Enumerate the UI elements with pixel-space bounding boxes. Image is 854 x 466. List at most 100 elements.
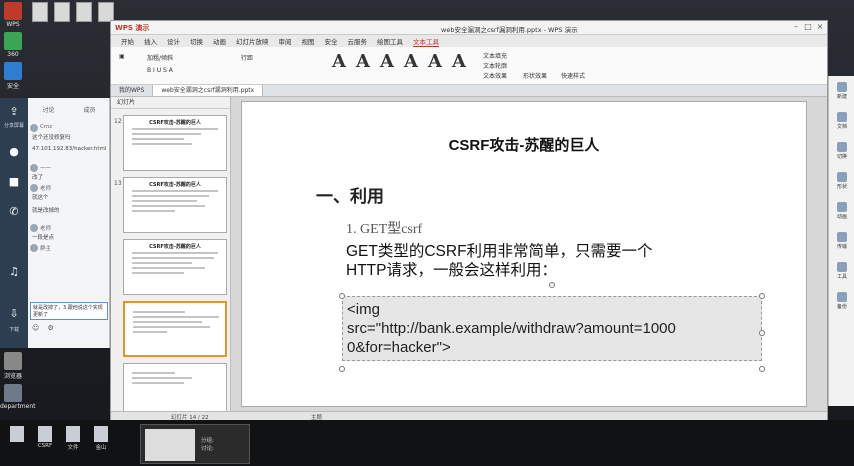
task-animation[interactable]: 动画 — [829, 202, 854, 220]
app-name[interactable]: WPS 演示 — [115, 23, 149, 33]
mic-button[interactable]: ● — [4, 142, 24, 162]
minimize-icon[interactable]: – — [791, 22, 801, 32]
text-effect-button[interactable]: 文本效果 — [483, 71, 507, 80]
text-style-2[interactable]: A — [355, 51, 371, 75]
desktop-file-icon[interactable] — [32, 2, 48, 22]
taskbar-app[interactable]: CSRF — [34, 426, 56, 449]
share-icon: ⇪ — [9, 105, 19, 118]
taskbar-app[interactable]: 金山 — [90, 426, 112, 451]
avatar — [30, 224, 38, 232]
text-style-1[interactable]: A — [331, 51, 347, 75]
close-icon[interactable]: × — [815, 22, 825, 32]
quick-style-button[interactable]: 快速样式 — [561, 71, 585, 80]
slide-code-textbox[interactable]: <img src="http://bank.example/withdraw?a… — [342, 296, 762, 361]
slide-thumbnail[interactable]: 12 CSRF攻击-苏醒的巨人 — [114, 115, 227, 171]
menu-security[interactable]: 安全 — [325, 36, 338, 46]
taskbar-app[interactable]: 文件 — [62, 426, 84, 451]
resize-handle[interactable] — [339, 366, 345, 372]
chat-message: 就是改掉的 — [32, 208, 60, 214]
animation-icon — [837, 202, 847, 212]
menu-home[interactable]: 开始 — [121, 36, 134, 46]
task-tools[interactable]: 工具 — [829, 262, 854, 280]
text-style-4[interactable]: A — [403, 51, 419, 75]
desktop-icon-department[interactable]: department — [0, 384, 36, 412]
task-switch[interactable]: 切换 — [829, 142, 854, 160]
menu-review[interactable]: 审阅 — [279, 36, 292, 46]
task-backup[interactable]: 备份 — [829, 292, 854, 310]
menu-insert[interactable]: 插入 — [144, 36, 157, 46]
slide-thumbnail-selected[interactable] — [123, 301, 227, 357]
desktop-file-icon[interactable] — [98, 2, 114, 22]
slide-thumbnail[interactable]: 13 CSRF攻击-苏醒的巨人 — [114, 177, 227, 233]
tab-my-wps[interactable]: 我的WPS — [111, 85, 154, 96]
download-button[interactable]: ⇩ — [4, 304, 24, 324]
desktop-icon-wps[interactable]: WPS — [0, 2, 26, 30]
resize-handle[interactable] — [759, 293, 765, 299]
slide-canvas: CSRF攻击-苏醒的巨人 一、利用 1. GET型csrf GET类型的CSRF… — [231, 97, 827, 411]
slide-body-text[interactable]: GET类型的CSRF利用非常简单，只需要一个 HTTP请求，一般会这样利用： — [346, 242, 746, 280]
current-slide[interactable]: CSRF攻击-苏醒的巨人 一、利用 1. GET型csrf GET类型的CSRF… — [241, 101, 807, 407]
tab-discussion[interactable]: 讨论 — [28, 104, 69, 118]
chat-input[interactable]: 就是改掉了，3.跟他说这个实现更新了 — [30, 302, 108, 320]
menu-design[interactable]: 设计 — [167, 36, 180, 46]
slide-subheading[interactable]: 1. GET型csrf — [346, 218, 422, 238]
desktop-icon-security[interactable]: 安全 — [0, 62, 26, 90]
menu-animation[interactable]: 动画 — [213, 36, 226, 46]
camera-button[interactable]: ■ — [4, 172, 24, 192]
text-fill-button[interactable]: 文本填充 — [483, 51, 507, 60]
backup-icon — [837, 292, 847, 302]
tab-members[interactable]: 成员 — [69, 104, 110, 118]
bold-italic-row[interactable]: B I U S A — [147, 67, 173, 74]
paste-button[interactable]: ▣ — [119, 53, 125, 60]
desktop-file-icon[interactable] — [54, 2, 70, 22]
menu-cloud[interactable]: 云服务 — [348, 36, 368, 46]
call-tabs: 讨论 成员 — [28, 104, 110, 118]
text-style-5[interactable]: A — [427, 51, 443, 75]
menu-drawing-tools[interactable]: 绘图工具 — [377, 36, 403, 46]
chat-message: 群主 — [30, 242, 108, 262]
chat-list: Cmz 这个还没修复吗 47.101.192.83/hacker.html 一一改… — [30, 122, 108, 322]
shape-effect-button[interactable]: 形状效果 — [523, 71, 547, 80]
desktop-icon-browser[interactable]: 浏览器 — [0, 352, 26, 380]
resize-handle[interactable] — [339, 293, 345, 299]
tab-current-document[interactable]: web安全漏洞之csrf漏洞利用.pptx — [153, 85, 264, 96]
maximize-icon[interactable]: □ — [803, 22, 813, 32]
settings-icon[interactable]: ⚙ — [48, 324, 54, 332]
task-shape[interactable]: 形状 — [829, 172, 854, 190]
task-new[interactable]: 新建 — [829, 82, 854, 100]
music-button[interactable]: ♫ — [4, 262, 24, 282]
emoji-icon[interactable]: ☺ — [32, 324, 39, 332]
camera-icon: ■ — [8, 175, 20, 188]
chat-message: 老师 就这个 — [30, 184, 52, 201]
task-document[interactable]: 文档 — [829, 112, 854, 130]
task-transfer[interactable]: 传输 — [829, 232, 854, 250]
desktop-icon-360[interactable]: 360 — [0, 32, 26, 60]
desktop-file-icon[interactable] — [76, 2, 92, 22]
chat-message: 一一 改了 — [30, 164, 52, 181]
phone-button[interactable]: ✆ — [4, 202, 24, 222]
slide-heading[interactable]: 一、利用 — [316, 182, 384, 207]
preview-thumbnail — [145, 429, 195, 461]
font-style-group[interactable]: 加粗/倾斜 — [147, 53, 173, 62]
menu-slideshow[interactable]: 幻灯片放映 — [236, 36, 269, 46]
slide-thumbnail[interactable]: CSRF攻击-苏醒的巨人 — [123, 239, 227, 295]
line-spacing-button[interactable]: 行距 — [241, 53, 253, 62]
slide-title[interactable]: CSRF攻击-苏醒的巨人 — [242, 134, 806, 155]
menu-transition[interactable]: 切换 — [190, 36, 203, 46]
menu-text-tools[interactable]: 文本工具 — [413, 36, 439, 47]
menu-view[interactable]: 视图 — [302, 36, 315, 46]
text-style-3[interactable]: A — [379, 51, 395, 75]
resize-handle[interactable] — [759, 366, 765, 372]
text-outline-button[interactable]: 文本轮廓 — [483, 61, 507, 70]
taskbar-app[interactable] — [6, 426, 28, 443]
file-icon — [10, 426, 24, 442]
share-screen-button[interactable]: ⇪ — [4, 102, 24, 122]
thumbnail-header[interactable]: 幻灯片 — [111, 97, 230, 109]
document-title: web安全漏洞之csrf漏洞利用.pptx - WPS 演示 — [441, 26, 578, 34]
window-preview[interactable]: 分组: 讨论: — [140, 424, 250, 464]
resize-handle[interactable] — [759, 330, 765, 336]
rotate-handle[interactable] — [549, 282, 555, 288]
taskbar: CSRF 文件 金山 分组: 讨论: — [0, 420, 854, 466]
slide-thumbnail[interactable] — [123, 363, 227, 411]
text-style-6[interactable]: A — [451, 51, 467, 75]
